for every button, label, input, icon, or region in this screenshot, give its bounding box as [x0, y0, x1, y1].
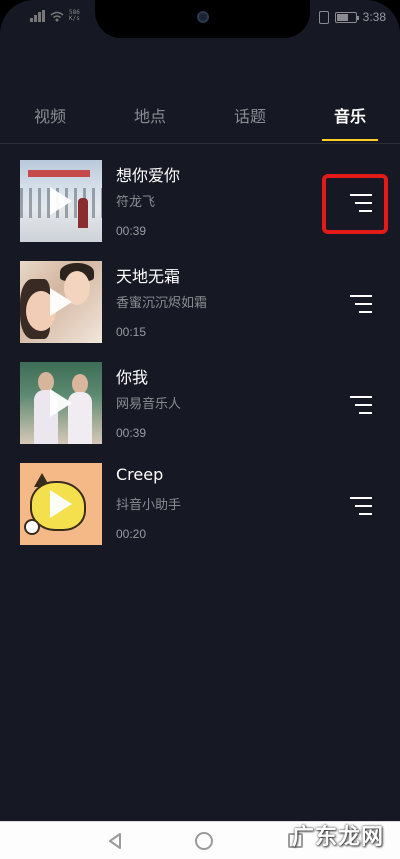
- status-bar: 586 K/s 3:38: [0, 0, 400, 38]
- list-menu-icon: [350, 396, 372, 414]
- music-duration: 00:39: [116, 224, 147, 238]
- search-result-tabs: 视频 地点 话题 音乐: [0, 104, 400, 144]
- list-menu-icon: [350, 295, 372, 313]
- list-menu-icon: [350, 497, 372, 515]
- wifi-icon: [50, 11, 64, 21]
- signal-icon: [30, 10, 45, 22]
- highlight-annotation-box: [322, 174, 388, 234]
- music-cover-thumbnail[interactable]: [20, 362, 102, 444]
- vibrate-icon: [318, 10, 329, 24]
- music-duration: 00:20: [116, 527, 147, 541]
- play-icon[interactable]: [50, 187, 72, 215]
- front-camera-icon: [197, 11, 209, 23]
- music-title: 你我: [116, 368, 149, 387]
- music-menu-button[interactable]: [340, 388, 380, 424]
- music-author: 抖音小助手: [116, 498, 182, 513]
- music-duration: 00:39: [116, 426, 147, 440]
- play-icon[interactable]: [50, 490, 72, 518]
- status-left: 586 K/s: [30, 10, 80, 22]
- play-icon[interactable]: [50, 288, 72, 316]
- music-duration: 00:15: [116, 325, 147, 339]
- music-menu-button[interactable]: [340, 287, 380, 323]
- status-right: 3:38: [318, 10, 386, 24]
- music-author: 香蜜沉沉烬如霜: [116, 296, 208, 311]
- battery-icon: [334, 11, 359, 23]
- tab-topic[interactable]: 话题: [200, 104, 300, 144]
- tabs-divider: [0, 143, 400, 144]
- list-item[interactable]: Creep 抖音小助手 00:20: [20, 463, 384, 564]
- home-icon[interactable]: [195, 832, 213, 850]
- camera-notch: [95, 0, 310, 38]
- play-icon[interactable]: [50, 389, 72, 417]
- back-icon[interactable]: [108, 833, 122, 849]
- phone-screen: 586 K/s 3:38 视频 地点 话题 音乐 想你爱你 符龙飞 00:39 …: [0, 0, 400, 859]
- music-cover-thumbnail[interactable]: [20, 160, 102, 242]
- list-item[interactable]: 天地无霜 香蜜沉沉烬如霜 00:15: [20, 261, 384, 362]
- music-menu-button[interactable]: [340, 489, 380, 525]
- music-author: 符龙飞: [116, 195, 156, 210]
- music-author: 网易音乐人: [116, 397, 182, 412]
- music-title: 想你爱你: [116, 166, 181, 185]
- tab-location[interactable]: 地点: [100, 104, 200, 144]
- music-cover-thumbnail[interactable]: [20, 463, 102, 545]
- status-time: 3:38: [362, 10, 386, 24]
- net-speed-unit: K/s: [69, 15, 80, 22]
- tab-music[interactable]: 音乐: [300, 104, 400, 144]
- watermark: 广东龙网: [291, 824, 384, 850]
- music-title: Creep: [116, 465, 164, 484]
- system-navigation-bar: 广东龙网: [0, 821, 400, 859]
- music-cover-thumbnail[interactable]: [20, 261, 102, 343]
- list-item[interactable]: 你我 网易音乐人 00:39: [20, 362, 384, 463]
- tab-video[interactable]: 视频: [0, 104, 100, 144]
- music-title: 天地无霜: [116, 267, 181, 286]
- net-speed: 586 K/s: [69, 10, 80, 22]
